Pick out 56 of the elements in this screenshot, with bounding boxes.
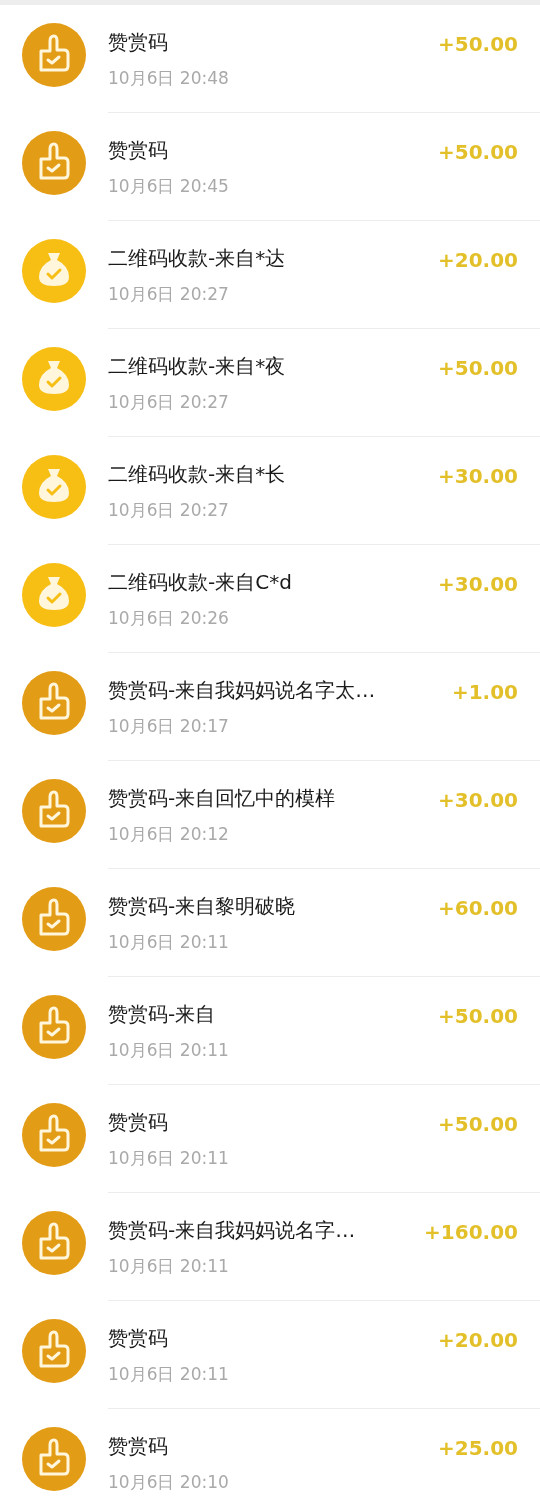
transaction-title: 赞赏码-来自 <box>108 1001 217 1027</box>
transaction-amount: +50.00 <box>437 139 518 166</box>
transaction-amount: +50.00 <box>437 1003 518 1030</box>
thumbs-up-icon <box>22 23 86 87</box>
transaction-amount: +20.00 <box>437 1327 518 1354</box>
transaction-amount: +20.00 <box>437 247 518 274</box>
transaction-title: 赞赏码 <box>108 1433 169 1459</box>
thumbs-up-icon <box>22 887 86 951</box>
transaction-title: 赞赏码-来自我妈妈说名字太… <box>108 677 377 703</box>
transaction-amount: +60.00 <box>437 895 518 922</box>
thumbs-up-icon <box>22 1319 86 1383</box>
thumbs-up-icon <box>22 131 86 195</box>
transaction-time: 10月6日 20:11 <box>108 1363 230 1385</box>
transaction-amount: +1.00 <box>451 679 518 706</box>
money-bag-icon <box>22 347 86 411</box>
transaction-title: 二维码收款-来自C*d <box>108 569 293 595</box>
transaction-time: 10月6日 20:11 <box>108 1147 230 1169</box>
transaction-title: 赞赏码 <box>108 1109 169 1135</box>
transaction-title: 赞赏码 <box>108 29 169 55</box>
transaction-time: 10月6日 20:11 <box>108 1039 230 1061</box>
transaction-time: 10月6日 20:10 <box>108 1471 230 1493</box>
transaction-title: 二维码收款-来自*达 <box>108 245 287 271</box>
transaction-time: 10月6日 20:48 <box>108 67 230 89</box>
transaction-amount: +30.00 <box>437 571 518 598</box>
money-bag-icon <box>22 239 86 303</box>
transaction-title: 赞赏码-来自黎明破晓 <box>108 893 297 919</box>
transaction-amount: +30.00 <box>437 787 518 814</box>
transaction-time: 10月6日 20:27 <box>108 499 230 521</box>
transaction-title: 二维码收款-来自*长 <box>108 461 287 487</box>
thumbs-up-icon <box>22 1427 86 1491</box>
transaction-time: 10月6日 20:17 <box>108 715 230 737</box>
money-bag-icon <box>22 563 86 627</box>
thumbs-up-icon <box>22 671 86 735</box>
transaction-title: 赞赏码 <box>108 137 169 163</box>
thumbs-up-icon <box>22 995 86 1059</box>
transaction-title: 赞赏码-来自我妈妈说名字… <box>108 1217 357 1243</box>
transaction-amount: +50.00 <box>437 31 518 58</box>
transaction-time: 10月6日 20:11 <box>108 1255 230 1277</box>
transaction-time: 10月6日 20:11 <box>108 931 230 953</box>
transaction-time: 10月6日 20:27 <box>108 391 230 413</box>
thumbs-up-icon <box>22 1103 86 1167</box>
transaction-amount: +50.00 <box>437 355 518 382</box>
transaction-time: 10月6日 20:27 <box>108 283 230 305</box>
transaction-time: 10月6日 20:12 <box>108 823 230 845</box>
thumbs-up-icon <box>22 779 86 843</box>
thumbs-up-icon <box>22 1211 86 1275</box>
transaction-amount: +25.00 <box>437 1435 518 1462</box>
transaction-title: 赞赏码 <box>108 1325 169 1351</box>
transaction-title: 二维码收款-来自*夜 <box>108 353 287 379</box>
money-bag-icon <box>22 455 86 519</box>
transaction-time: 10月6日 20:26 <box>108 607 230 629</box>
transaction-time: 10月6日 20:45 <box>108 175 230 197</box>
transaction-amount: +160.00 <box>424 1219 518 1246</box>
transaction-amount: +30.00 <box>437 463 518 490</box>
transaction-amount: +50.00 <box>437 1111 518 1138</box>
transaction-title: 赞赏码-来自回忆中的模样 <box>108 785 337 811</box>
